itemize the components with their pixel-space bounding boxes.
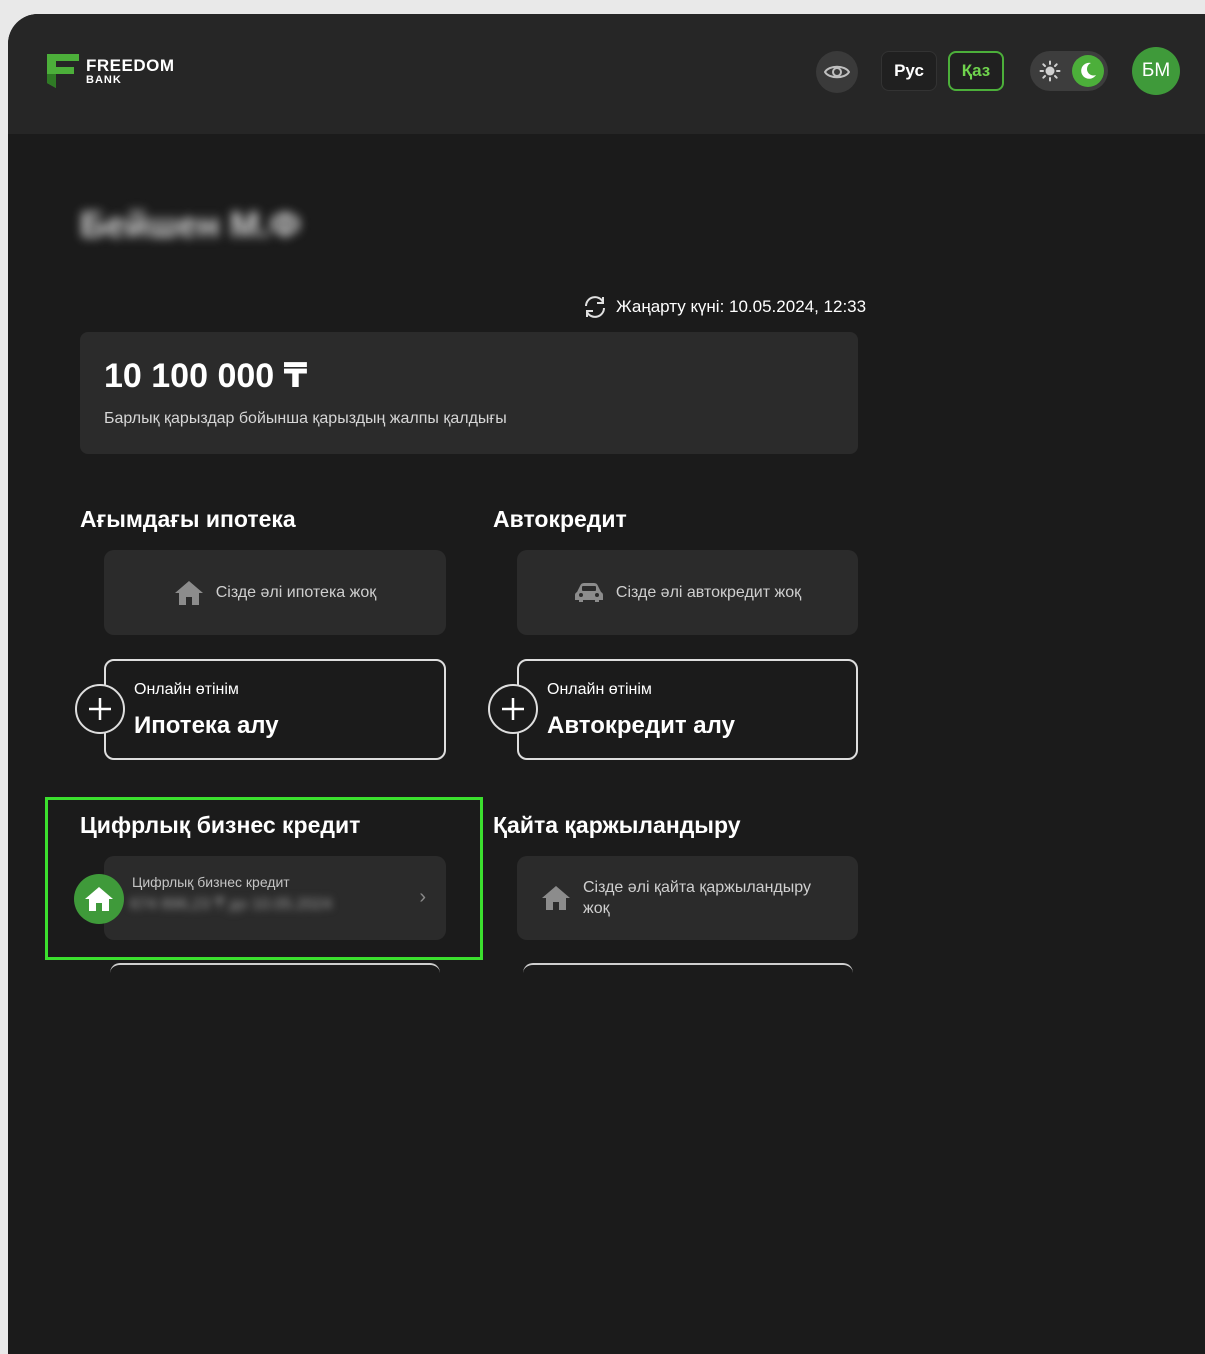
moon-icon (1081, 62, 1096, 79)
apply-autoloan-button[interactable]: Онлайн өтінім Автокредит алу (517, 659, 858, 760)
eye-icon (824, 65, 850, 79)
sun-icon (1039, 60, 1061, 82)
theme-toggle-knob (1072, 55, 1104, 87)
total-debt-amount: 10 100 000 ₸ (104, 357, 308, 395)
logo-sub-wordmark: BANK (86, 73, 122, 86)
car-icon (574, 582, 603, 602)
house-icon (174, 580, 203, 605)
plus-icon (502, 698, 524, 720)
plus-icon (89, 698, 111, 720)
last-updated-text: Жаңарту күні: 10.05.2024, 12:33 (616, 297, 867, 316)
apply-mortgage-button[interactable]: Онлайн өтінім Ипотека алу (104, 659, 446, 760)
theme-toggle[interactable] (1030, 51, 1108, 91)
apply-mortgage-plus[interactable] (75, 684, 125, 734)
apply-mortgage-label: Ипотека алу (134, 712, 279, 739)
language-russian-button[interactable]: Рус (881, 51, 937, 91)
user-avatar[interactable]: БМ (1132, 47, 1180, 95)
refinance-empty-text: Сізде әлі қайта қаржыландыру жоқ (583, 879, 811, 917)
apply-mortgage-small-label: Онлайн өтінім (134, 681, 239, 698)
total-debt-label: Барлық қарыздар бойынша қарыздың жалпы қ… (104, 410, 507, 427)
app-window: FREEDOM BANK Рус Қаз БМ Бейшен М.Ф Жаңар… (8, 14, 1205, 1354)
mortgage-empty-card: Сізде әлі ипотека жоқ (104, 550, 446, 635)
refinance-next-card[interactable] (523, 963, 853, 985)
business-credit-next-card[interactable] (110, 963, 440, 985)
language-kazakh-button[interactable]: Қаз (948, 51, 1004, 91)
house-icon (542, 886, 570, 910)
logo-wordmark: FREEDOM (86, 55, 175, 75)
user-name: Бейшен М.Ф (80, 204, 301, 245)
toggle-visibility-button[interactable] (816, 51, 858, 93)
mortgage-empty-text: Сізде әлі ипотека жоқ (215, 583, 377, 601)
mortgage-section-title: Ағымдағы ипотека (80, 506, 296, 532)
apply-autoloan-label: Автокредит алу (547, 712, 735, 739)
last-updated[interactable]: Жаңарту күні: 10.05.2024, 12:33 (582, 295, 866, 319)
refinance-empty-card: Сізде әлі қайта қаржыландыру жоқ (517, 856, 858, 940)
apply-autoloan-plus[interactable] (488, 684, 538, 734)
autoloan-section-title: Автокредит (493, 506, 627, 532)
autoloan-empty-card: Сізде әлі автокредит жоқ (517, 550, 858, 635)
freedom-logo-icon (47, 54, 79, 88)
refinance-section-title: Қайта қаржыландыру (493, 812, 741, 838)
refresh-icon[interactable] (582, 295, 608, 319)
total-debt-card: 10 100 000 ₸ Барлық қарыздар бойынша қар… (80, 332, 858, 454)
freedom-bank-logo[interactable]: FREEDOM BANK (46, 52, 175, 90)
top-bar: FREEDOM BANK Рус Қаз БМ (8, 14, 1205, 134)
business-credit-highlight (45, 797, 483, 960)
autoloan-empty-text: Сізде әлі автокредит жоқ (615, 583, 802, 601)
apply-autoloan-small-label: Онлайн өтінім (547, 681, 652, 698)
